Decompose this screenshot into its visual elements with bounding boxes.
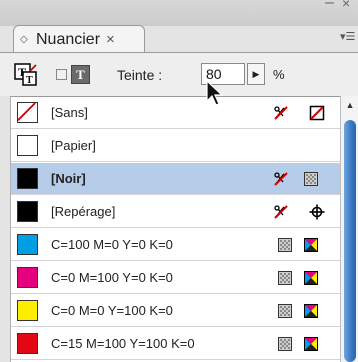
swatch-row[interactable]: [Sans] xyxy=(11,97,341,129)
swatch-name: C=100 M=0 Y=0 K=0 xyxy=(51,237,173,252)
swatch-row[interactable]: C=15 M=100 Y=100 K=0 xyxy=(11,328,341,360)
swatch-color-chip xyxy=(17,267,38,288)
minimize-button[interactable]: – xyxy=(325,0,334,12)
scissors-x-icon xyxy=(273,204,289,220)
process-color-icon xyxy=(277,237,293,253)
swatch-row[interactable]: C=100 M=0 Y=0 K=0 xyxy=(11,229,341,261)
swatch-name: C=15 M=100 Y=100 K=0 xyxy=(51,336,195,351)
process-color-icon xyxy=(277,336,293,352)
cmyk-icon xyxy=(303,237,319,253)
registration-mark-icon xyxy=(309,204,325,220)
swatch-row[interactable]: C=0 M=0 Y=100 K=0 xyxy=(11,295,341,327)
swatch-color-chip xyxy=(17,234,38,255)
swatch-row[interactable]: [Repérage] xyxy=(11,196,341,228)
swatches-panel: – × ◇ Nuancier × ▾☰ T T T Teinte : ▶ % [… xyxy=(0,0,358,362)
swatch-name: C=0 M=100 Y=0 K=0 xyxy=(51,270,173,285)
process-color-icon xyxy=(303,171,319,187)
swatch-color-chip xyxy=(17,168,38,189)
mouse-pointer-icon xyxy=(206,80,224,106)
panel-menu-icon[interactable]: ▾☰ xyxy=(340,30,358,44)
none-slash-icon xyxy=(309,105,325,121)
close-panel-button[interactable]: × xyxy=(342,0,350,11)
swatch-row[interactable]: [Noir] xyxy=(11,163,341,195)
swatch-color-chip xyxy=(17,135,38,156)
tint-label: Teinte : xyxy=(117,67,163,83)
scissors-x-icon xyxy=(273,171,289,187)
swatch-color-chip xyxy=(17,102,38,123)
fill-stroke-swap-icon[interactable]: T T xyxy=(14,63,38,87)
swatch-row[interactable]: [Papier] xyxy=(11,130,341,162)
tint-percent: % xyxy=(273,67,285,82)
swatch-name: C=0 M=0 Y=100 K=0 xyxy=(51,303,173,318)
cmyk-icon xyxy=(303,303,319,319)
swatch-name: [Sans] xyxy=(51,105,88,120)
tab-close-button[interactable]: × xyxy=(106,31,115,48)
process-color-icon xyxy=(277,270,293,286)
swatch-color-chip xyxy=(17,300,38,321)
swatch-name: [Papier] xyxy=(51,138,96,153)
scissors-x-icon xyxy=(273,105,289,121)
process-color-icon xyxy=(277,303,293,319)
tint-dropdown-button[interactable]: ▶ xyxy=(247,63,265,85)
panel-title-bar: – × xyxy=(0,0,358,26)
text-mode-button[interactable]: T xyxy=(71,65,90,84)
cmyk-icon xyxy=(303,336,319,352)
none-slash-icon xyxy=(17,102,36,121)
swatch-toolbar: T T T Teinte : ▶ % xyxy=(0,52,358,96)
swatch-name: [Repérage] xyxy=(51,204,116,219)
tab-label: Nuancier xyxy=(36,30,101,48)
swatch-list: [Sans] [Papier] [Noir] [Repérage] C=100 M=0 … xyxy=(10,96,341,362)
scroll-up-arrow[interactable]: ▲ xyxy=(341,100,358,110)
tab-nuancier[interactable]: ◇ Nuancier × xyxy=(13,25,145,53)
container-mode-button[interactable] xyxy=(56,69,67,80)
svg-text:T: T xyxy=(26,75,33,86)
tab-expand-icon[interactable]: ◇ xyxy=(20,34,34,45)
swatch-row[interactable]: C=0 M=100 Y=0 K=0 xyxy=(11,262,341,294)
scroll-thumb[interactable] xyxy=(344,120,356,362)
swatch-color-chip xyxy=(17,333,38,354)
cmyk-icon xyxy=(303,270,319,286)
scrollbar[interactable]: ▲ xyxy=(340,96,358,362)
swatch-name: [Noir] xyxy=(51,171,86,186)
swatch-color-chip xyxy=(17,201,38,222)
